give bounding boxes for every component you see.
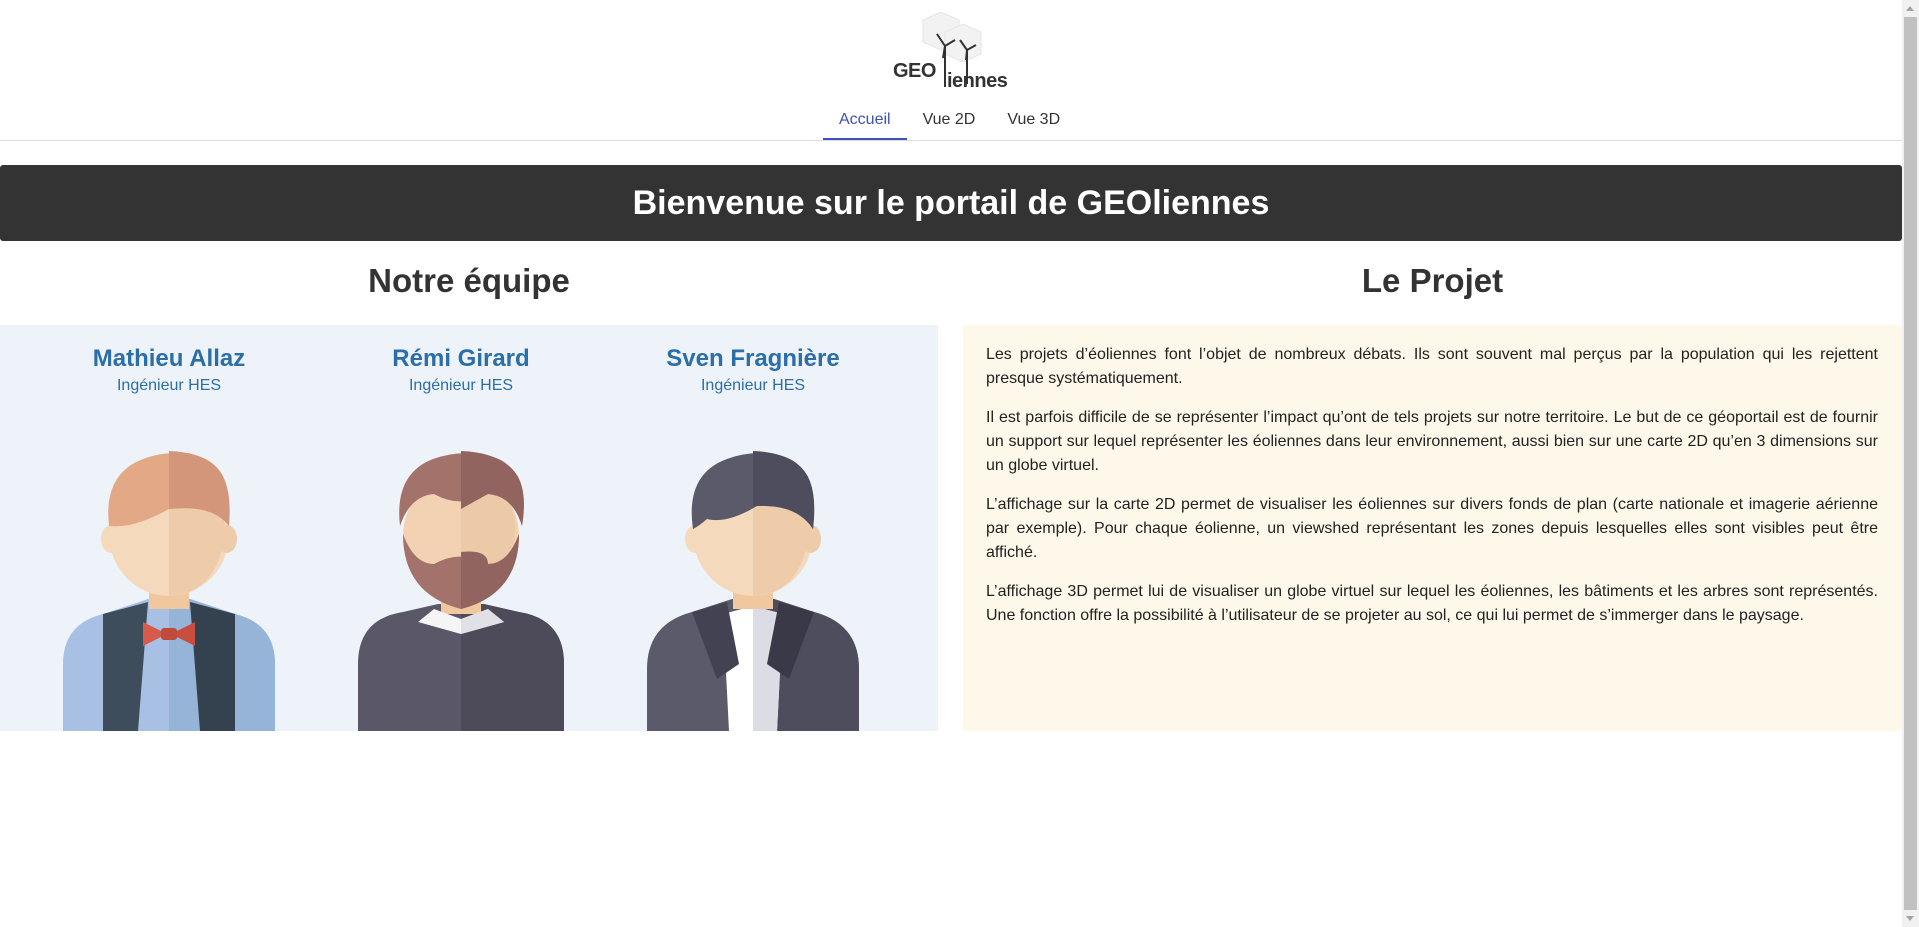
member-role: Ingénieur HES — [700, 377, 806, 394]
project-panel: Les projets d’éoliennes font l’objet de … — [963, 325, 1902, 731]
logo-text-left: GEO — [893, 60, 936, 82]
project-title: Le Projet — [1361, 262, 1504, 299]
tab-accueil[interactable]: Accueil — [823, 104, 907, 140]
member-role: Ingénieur HES — [408, 377, 514, 394]
logo[interactable]: GEO iennes — [893, 12, 1008, 92]
team-member-card: Rémi Girard Ingénieur HES — [311, 345, 611, 731]
nav-divider — [0, 140, 1902, 141]
tab-vue-3d[interactable]: Vue 3D — [991, 104, 1076, 140]
page-title: Bienvenue sur le portail de GEOliennes — [632, 183, 1270, 222]
member-name: Sven Fragnière — [666, 345, 840, 372]
team-panel: Mathieu Allaz Ingénieur HES Rémi Girard … — [0, 325, 938, 731]
tab-vue-2d[interactable]: Vue 2D — [907, 104, 992, 140]
team-member-card: Sven Fragnière Ingénieur HES — [603, 345, 903, 731]
team-member-card: Mathieu Allaz Ingénieur HES — [19, 345, 319, 731]
main-nav: Accueil Vue 2D Vue 3D — [823, 104, 1076, 140]
avatar-suit-icon — [647, 451, 859, 731]
page: GEO iennes Accueil Vue 2D Vue 3D Bienven… — [0, 0, 1902, 927]
scroll-down-icon[interactable] — [1906, 916, 1914, 921]
logo-text-right: iennes — [947, 70, 1008, 92]
member-role: Ingénieur HES — [116, 377, 222, 394]
project-paragraph: Il est parfois difficile de se représent… — [986, 409, 1878, 474]
member-name: Mathieu Allaz — [92, 345, 246, 372]
scroll-up-icon[interactable] — [1906, 6, 1914, 11]
welcome-banner: Bienvenue sur le portail de GEOliennes — [0, 165, 1902, 241]
member-name: Rémi Girard — [392, 345, 530, 372]
scroll-thumb[interactable] — [1904, 17, 1917, 910]
avatar-bowtie-icon — [63, 451, 275, 731]
project-paragraph: L’affichage 3D permet lui de visualiser … — [986, 583, 1878, 624]
project-paragraph: L’affichage sur la carte 2D permet de vi… — [986, 496, 1878, 561]
vertical-scrollbar[interactable] — [1902, 0, 1919, 927]
project-paragraph: Les projets d’éoliennes font l’objet de … — [986, 346, 1878, 387]
team-title: Notre équipe — [368, 262, 570, 299]
avatar-beard-icon — [358, 451, 564, 731]
